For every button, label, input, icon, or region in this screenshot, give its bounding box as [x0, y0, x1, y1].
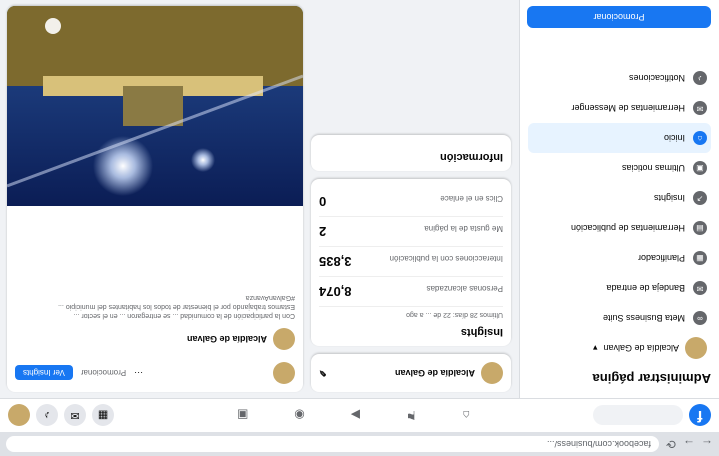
more-icon[interactable]: ··· [134, 368, 143, 378]
edit-icon[interactable]: ✎ [319, 368, 327, 379]
author-avatar [273, 328, 295, 350]
groups-icon[interactable]: ◉ [294, 409, 304, 423]
sidebar-item-messenger-tools[interactable]: ✉ Herramientas de Messenger [528, 93, 711, 123]
avatar[interactable] [273, 362, 295, 384]
stat-value: 0 [319, 194, 327, 209]
tools-icon: ▤ [693, 221, 707, 235]
facebook-logo[interactable]: f [689, 404, 711, 427]
stat-row[interactable]: Me gusta de la página 2 [319, 217, 503, 247]
address-bar[interactable]: facebook.com/business/... [6, 436, 659, 452]
sidebar-item-planner[interactable]: ▦ Planificador [528, 243, 711, 273]
post-text: Con la participación de la comunidad ...… [7, 289, 303, 324]
sidebar-item-label: Ultimas noticias [621, 163, 685, 173]
sidebar-item-label: Bandeja de entrada [606, 283, 685, 293]
insights-period: Ultimos 28 días: 22 de ... a ago [406, 311, 503, 318]
sidebar-item-publishing-tools[interactable]: ▤ Herramientas de publicación [528, 213, 711, 243]
home-icon[interactable]: ⌂ [463, 409, 470, 423]
facebook-topbar: f ⌂ ⚑ ▶ ◉ ▣ ▦ ✉ ♪ [0, 398, 719, 432]
meta-icon: ∞ [693, 311, 707, 325]
sidebar-item-label: Insights [653, 193, 685, 203]
post-hashtag[interactable]: #GalvanAvanza [15, 293, 295, 302]
info-title: Información [440, 151, 503, 163]
stat-label: Interacciones con la publicación [389, 254, 503, 263]
promote-button[interactable]: Promocionar [527, 6, 711, 28]
inbox-icon: ✉ [693, 281, 707, 295]
post-card: ··· Promocionar Ver Insights Alcaldía de… [7, 6, 303, 392]
browser-toolbar: ← → ⟳ facebook.com/business/... [0, 432, 719, 456]
gaming-icon[interactable]: ▣ [237, 409, 248, 423]
page-switcher[interactable]: Alcaldía de Galvan ▾ [528, 333, 711, 363]
post-text-line: Estamos trabajando por el bienestar de t… [58, 303, 295, 310]
post-actions: ··· Promocionar Ver Insights [7, 354, 303, 392]
screen: ← → ⟳ facebook.com/business/... f ⌂ ⚑ ▶ … [0, 0, 719, 456]
stat-value: 3,835 [319, 254, 352, 269]
stat-row[interactable]: Personas alcanzadas 8,074 [319, 277, 503, 307]
author-name[interactable]: Alcaldía de Galvan [187, 334, 267, 344]
bell-icon: ♪ [693, 71, 707, 85]
sidebar-item-inbox[interactable]: ✉ Bandeja de entrada [528, 273, 711, 303]
middle-column: Alcaldía de Galvan ✎ Insights Ultimos 28… [311, 127, 511, 392]
sidebar-item-label: Planificador [637, 253, 685, 263]
avatar[interactable] [8, 404, 30, 427]
sidebar-item-label: Notificaciones [628, 73, 685, 83]
messenger-icon: ✉ [693, 101, 707, 115]
messenger-icon[interactable]: ✉ [64, 404, 86, 427]
sidebar-item-label: Herramientas de Messenger [571, 103, 685, 113]
post-author: Alcaldía de Galvan [7, 324, 303, 354]
reload-icon[interactable]: ⟳ [665, 437, 677, 451]
stat-row[interactable]: Interacciones con la publicación 3,835 [319, 247, 503, 277]
post-text-line: Con la participación de la comunidad ...… [73, 312, 295, 319]
sidebar-item-news[interactable]: ▣ Ultimas noticias [528, 153, 711, 183]
page-card: Alcaldía de Galvan ✎ [311, 354, 511, 392]
sidebar-item-notifications[interactable]: ♪ Notificaciones [528, 63, 711, 93]
forward-icon[interactable]: → [683, 437, 695, 451]
chevron-down-icon: ▾ [592, 343, 598, 354]
sidebar-item-business-suite[interactable]: ∞ Meta Business Suite [528, 303, 711, 333]
manage-page-sidebar: Administrar página Alcaldía de Galvan ▾ … [519, 0, 719, 398]
sidebar-item-label: Inicio [663, 133, 685, 143]
page-name: Alcaldía de Galvan [603, 343, 679, 353]
page-avatar [685, 337, 707, 359]
sidebar-item-home[interactable]: ⌂ Inicio [528, 123, 711, 153]
chart-icon: ↗ [693, 191, 707, 205]
home-icon: ⌂ [693, 131, 707, 145]
info-card: Información [311, 135, 511, 171]
pages-icon[interactable]: ⚑ [406, 409, 417, 423]
stat-label: Personas alcanzadas [426, 284, 504, 293]
stat-value: 2 [319, 224, 327, 239]
boost-button[interactable]: Promocionar [81, 369, 126, 378]
search-input[interactable] [593, 405, 683, 426]
sidebar-title: Administrar página [592, 371, 711, 386]
sidebar-item-insights[interactable]: ↗ Insights [528, 183, 711, 213]
stat-value: 8,074 [319, 284, 352, 299]
main-nav: ⌂ ⚑ ▶ ◉ ▣ [114, 409, 593, 423]
sidebar-item-label: Herramientas de publicación [570, 223, 685, 233]
page-name[interactable]: Alcaldía de Galvan [395, 368, 475, 378]
stat-row[interactable]: Clics en el enlace 0 [319, 187, 503, 217]
page-avatar [481, 362, 503, 384]
news-icon: ▣ [693, 161, 707, 175]
stat-label: Me gusta de la página [424, 224, 503, 233]
watch-icon[interactable]: ▶ [351, 409, 360, 423]
back-icon[interactable]: ← [701, 437, 713, 451]
view-insights-button[interactable]: Ver Insights [15, 365, 73, 381]
post-photo[interactable] [7, 6, 303, 206]
stat-label: Clics en el enlace [440, 194, 503, 203]
calendar-icon: ▦ [693, 251, 707, 265]
insights-title: Insights [460, 326, 503, 338]
insights-card: Insights Ultimos 28 días: 22 de ... a ag… [311, 179, 511, 346]
bell-icon[interactable]: ♪ [36, 404, 58, 427]
menu-icon[interactable]: ▦ [92, 404, 114, 427]
sidebar-item-label: Meta Business Suite [602, 313, 685, 323]
